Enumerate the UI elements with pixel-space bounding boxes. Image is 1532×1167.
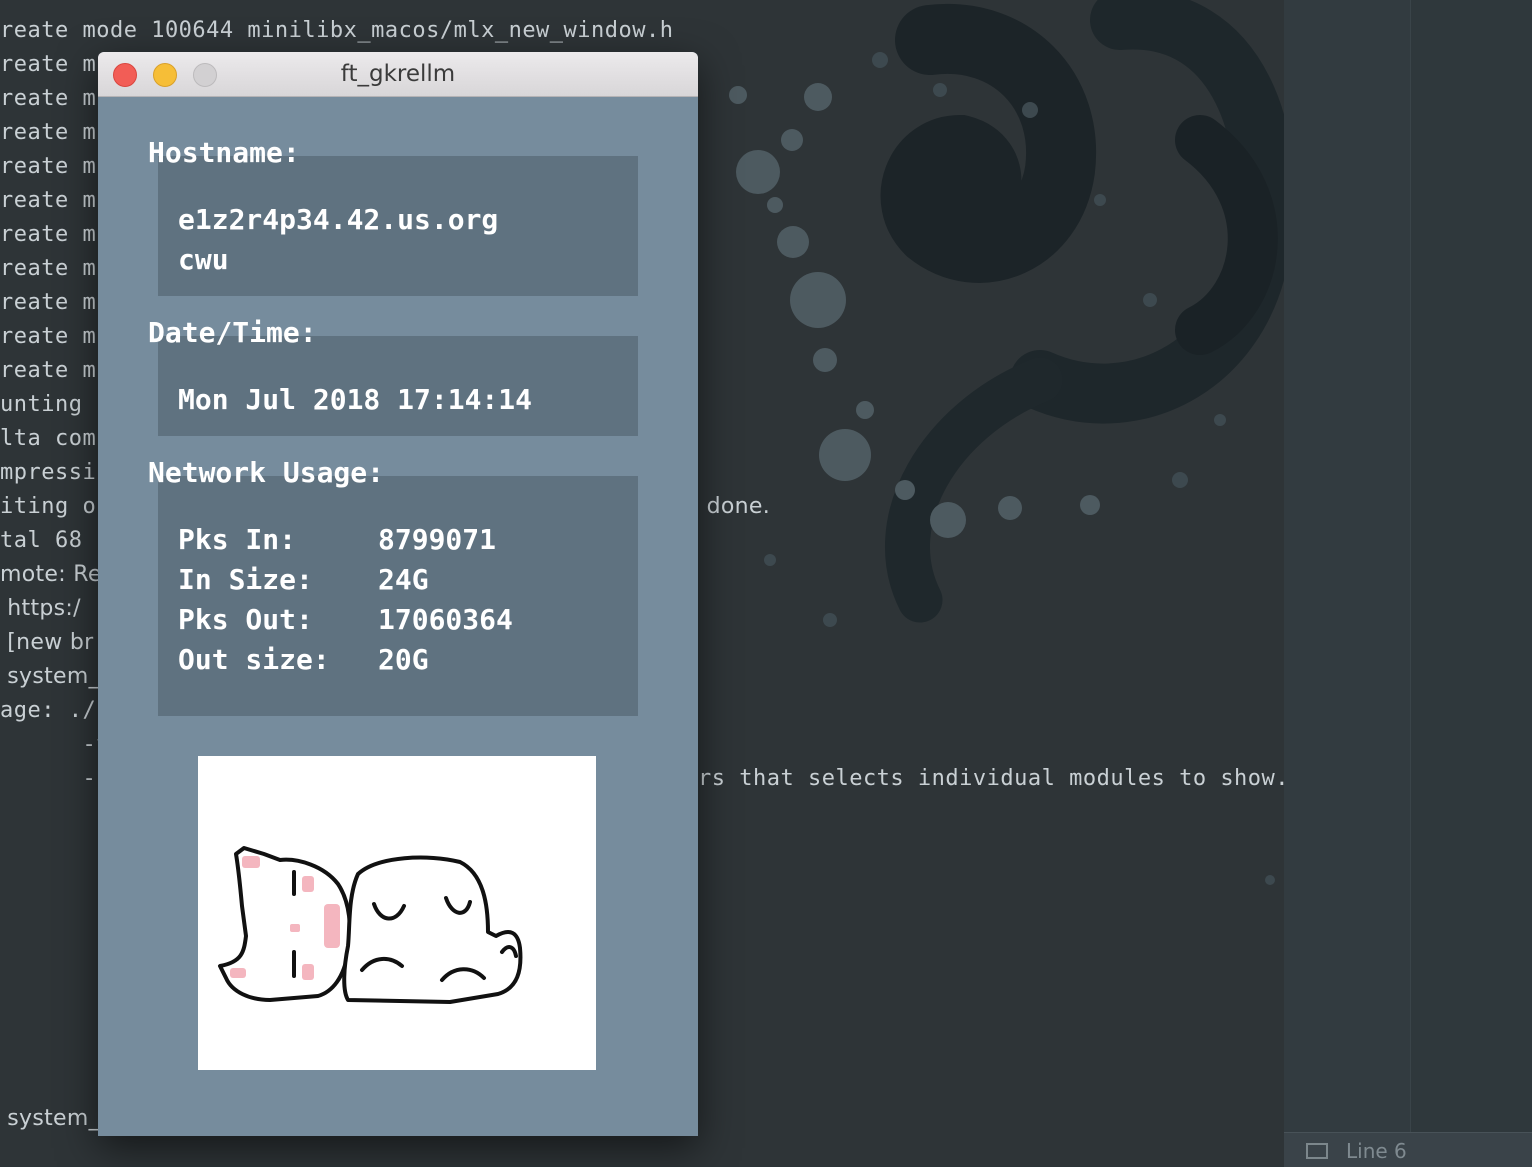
terminal-line: https:/ xyxy=(0,596,81,621)
datetime-label: Date/Time: xyxy=(148,316,317,349)
terminal-line: [new br xyxy=(0,630,94,655)
terminal-line: -r xyxy=(0,766,110,791)
terminal-line: reate mc xyxy=(0,324,110,349)
network-value: 17060364 xyxy=(378,603,513,636)
status-line-indicator[interactable]: Line 6 xyxy=(1346,1139,1407,1163)
terminal-line: iting ob xyxy=(0,494,110,519)
hostname-label: Hostname: xyxy=(148,136,300,169)
network-label: Network Usage: xyxy=(148,456,385,489)
terminal-line: reate mc xyxy=(0,290,110,315)
terminal-line: reate mc xyxy=(0,188,110,213)
terminal-usage-text: rs that selects individual modules to sh… xyxy=(698,766,1284,791)
terminal-line: reate mc xyxy=(0,120,110,145)
terminal-line: tal 68 ( xyxy=(0,528,110,553)
terminal-line: system_ xyxy=(0,1106,100,1131)
terminal-line: reate mc xyxy=(0,86,110,111)
terminal-line: mpressir xyxy=(0,460,110,485)
network-value: 24G xyxy=(378,563,429,596)
terminal-line: reate mc xyxy=(0,256,110,281)
cat-image xyxy=(198,756,596,1070)
terminal-line: lta comp xyxy=(0,426,110,451)
network-value: 20G xyxy=(378,643,429,676)
terminal-line: reate mode 100644 minilibx_macos/mlx_new… xyxy=(0,18,674,43)
datetime-value: Mon Jul 2018 17:14:14 xyxy=(178,383,533,416)
panel-toggle-icon[interactable] xyxy=(1306,1143,1328,1159)
terminal-done-text: , done. xyxy=(692,494,770,519)
terminal-line: mote: Re xyxy=(0,562,102,587)
window-title: ft_gkrellm xyxy=(340,61,456,87)
terminal-line: system_ xyxy=(0,664,100,689)
username-value: cwu xyxy=(178,243,229,276)
network-key: Out size: xyxy=(178,643,330,676)
editor-status-bar: Line 6 xyxy=(1284,1132,1532,1167)
hostname-value: e1z2r4p34.42.us.org xyxy=(178,203,499,236)
sleeping-cat-icon xyxy=(218,846,523,1004)
terminal-line: -t xyxy=(0,732,110,757)
editor-side-pane xyxy=(1410,0,1532,1166)
network-key: In Size: xyxy=(178,563,313,596)
terminal-line: unting c xyxy=(0,392,110,417)
terminal-line: reate mc xyxy=(0,358,110,383)
terminal-line: age: ./f xyxy=(0,698,110,723)
window-titlebar[interactable]: ft_gkrellm xyxy=(98,52,698,97)
terminal-line: reate mc xyxy=(0,52,110,77)
terminal-line: reate mc xyxy=(0,222,110,247)
ft-gkrellm-window: ft_gkrellm Hostname: e1z2r4p34.42.us.org… xyxy=(98,52,698,1136)
network-value: 8799071 xyxy=(378,523,497,556)
network-key: Pks In: xyxy=(178,523,297,556)
editor-pane xyxy=(1284,0,1410,1166)
terminal-line: reate mc xyxy=(0,154,110,179)
network-key: Pks Out: xyxy=(178,603,313,636)
